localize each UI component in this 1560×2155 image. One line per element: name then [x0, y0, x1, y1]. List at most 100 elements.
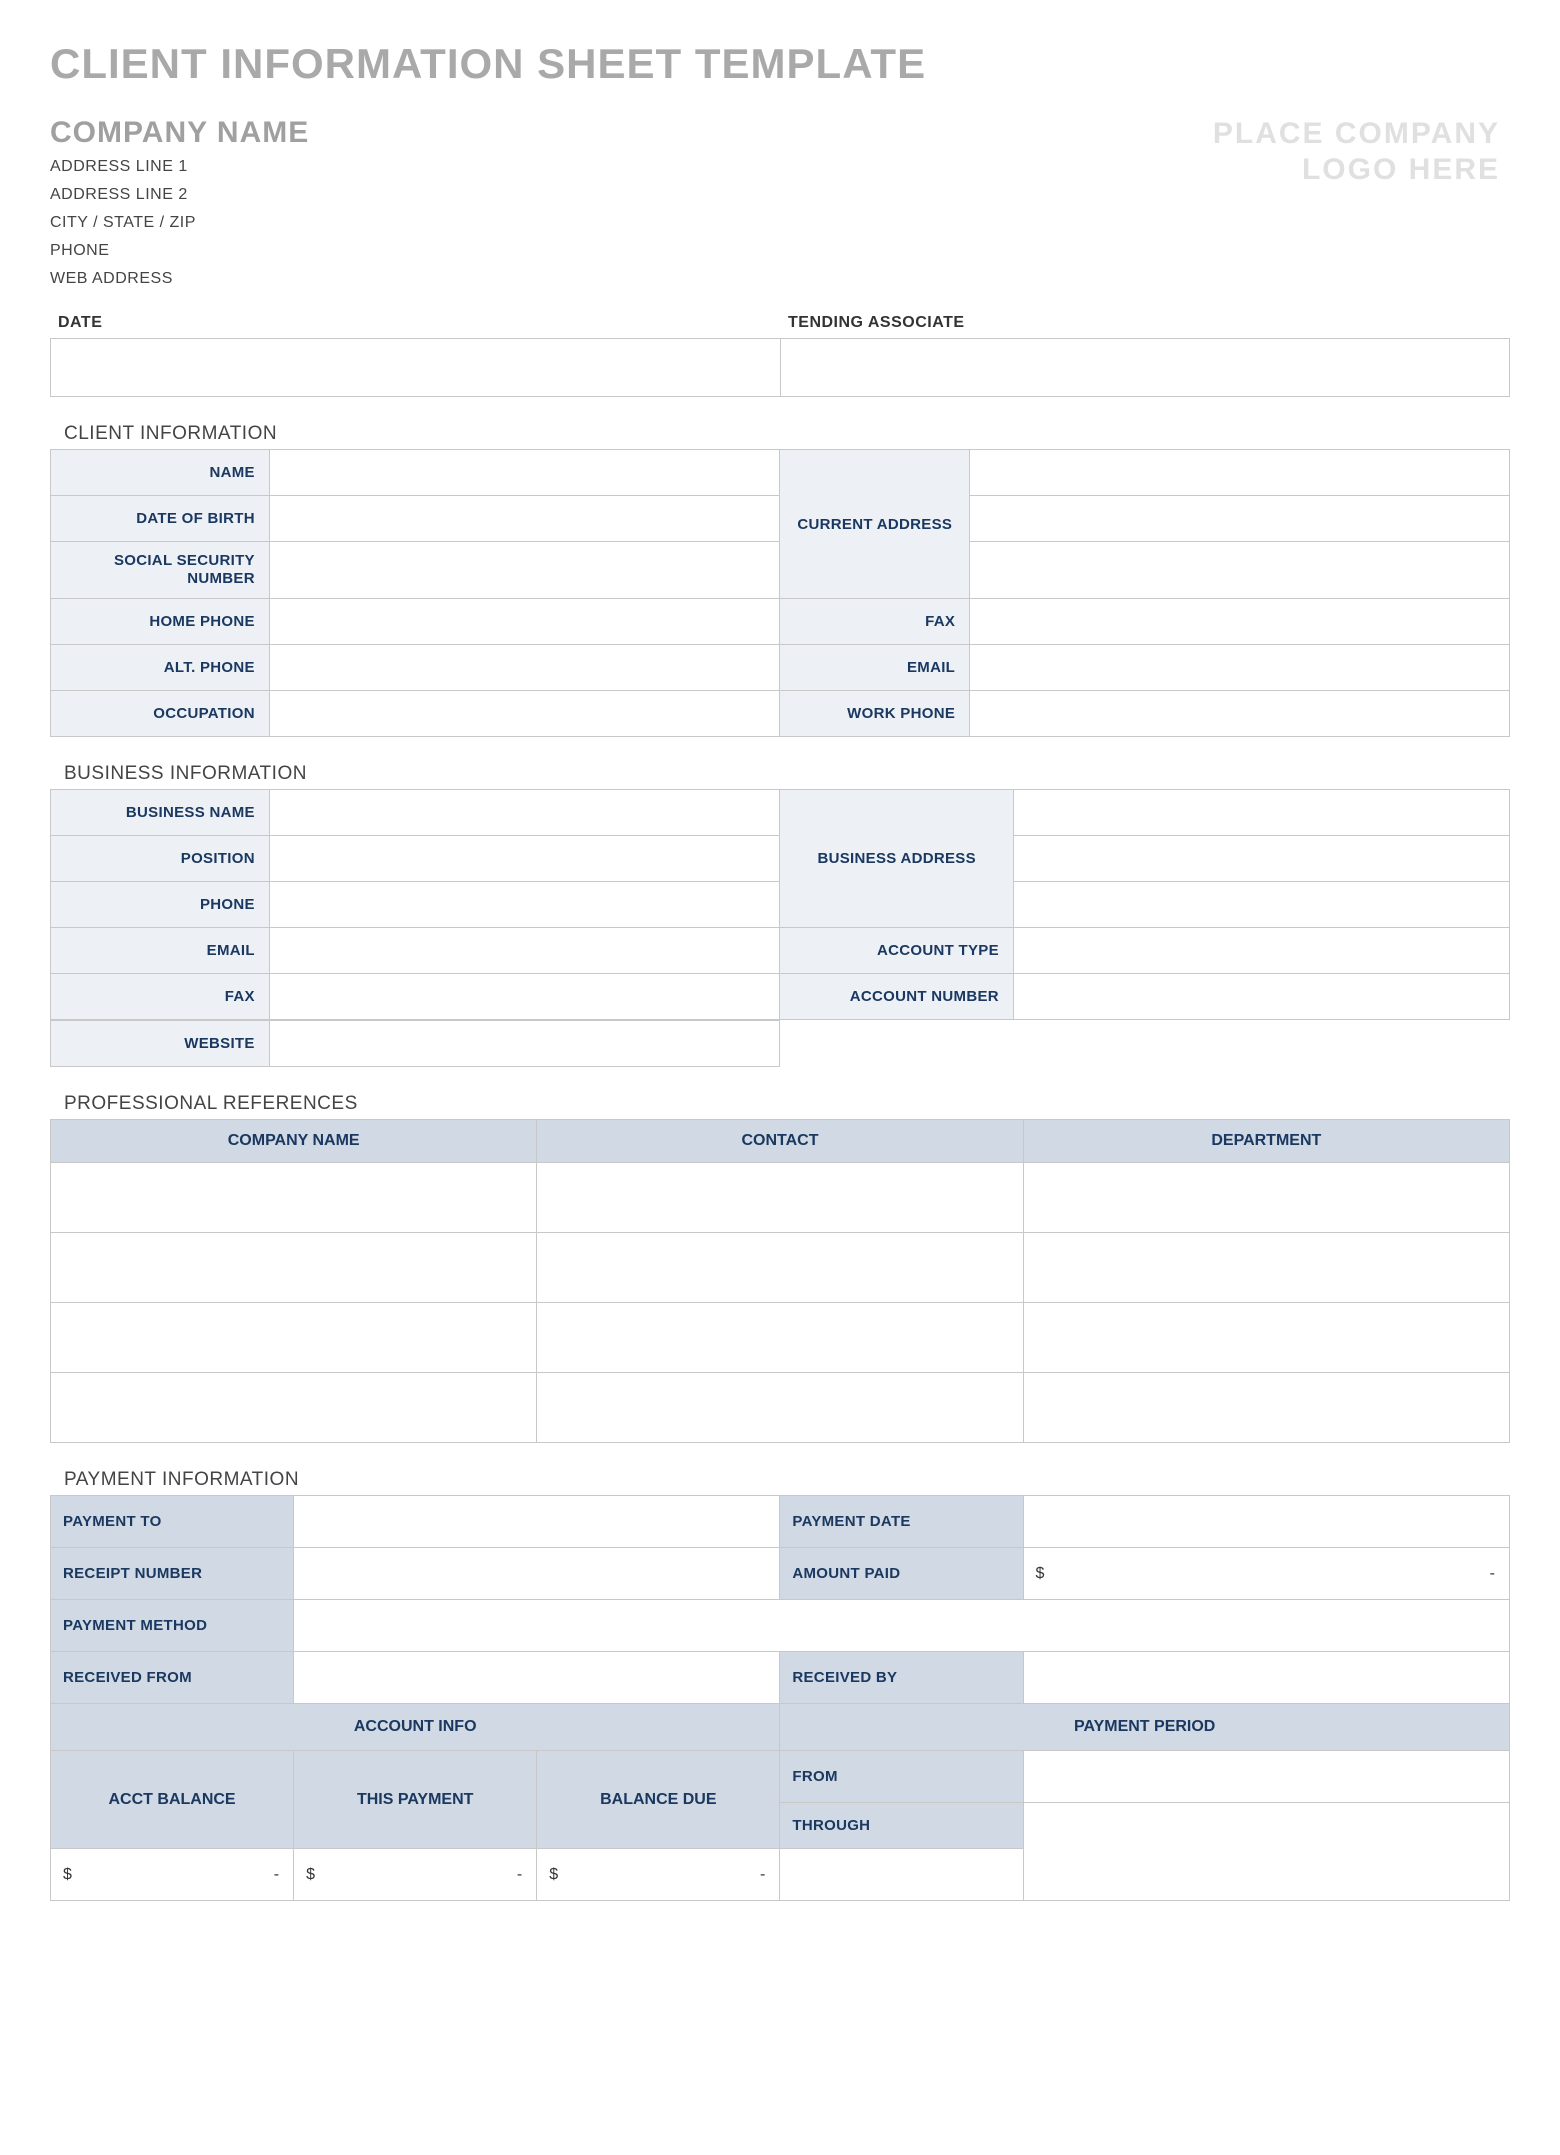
work-phone-label: WORK PHONE [780, 691, 970, 737]
ssn-label: SOCIAL SECURITY NUMBER [51, 542, 270, 599]
city-state-zip: CITY / STATE / ZIP [50, 214, 1213, 232]
receipt-number-input[interactable] [294, 1548, 780, 1600]
references-section-label: PROFESSIONAL REFERENCES [64, 1093, 1510, 1115]
payment-to-input[interactable] [294, 1496, 780, 1548]
ref-department-header: DEPARTMENT [1023, 1120, 1509, 1163]
ref-company-2[interactable] [51, 1233, 537, 1303]
business-address-label: BUSINESS ADDRESS [780, 790, 1013, 928]
business-info-section-label: BUSINESS INFORMATION [64, 763, 1510, 785]
payment-info-table: PAYMENT TO PAYMENT DATE RECEIPT NUMBER A… [50, 1495, 1510, 1901]
ref-department-3[interactable] [1023, 1303, 1509, 1373]
account-type-input[interactable] [1013, 928, 1509, 974]
payment-info-section-label: PAYMENT INFORMATION [64, 1469, 1510, 1491]
this-payment-label: THIS PAYMENT [294, 1751, 537, 1849]
payment-date-input[interactable] [1023, 1496, 1510, 1548]
account-number-input[interactable] [1013, 974, 1509, 1020]
email-input[interactable] [970, 645, 1510, 691]
home-phone-input[interactable] [269, 599, 780, 645]
balance-due-input[interactable]: $- [537, 1849, 780, 1901]
position-label: POSITION [51, 836, 270, 882]
date-input[interactable] [51, 339, 781, 397]
name-input[interactable] [269, 450, 780, 496]
payment-to-label: PAYMENT TO [51, 1496, 294, 1548]
dob-label: DATE OF BIRTH [51, 496, 270, 542]
ref-company-1[interactable] [51, 1163, 537, 1233]
fax-input[interactable] [970, 599, 1510, 645]
current-address-input-1[interactable] [970, 450, 1510, 496]
company-phone: PHONE [50, 242, 1213, 260]
business-fax-input[interactable] [269, 974, 780, 1020]
tending-associate-input[interactable] [780, 339, 1510, 397]
address-line-1: ADDRESS LINE 1 [50, 158, 1213, 176]
current-address-input-2[interactable] [970, 496, 1510, 542]
payment-period-header: PAYMENT PERIOD [780, 1704, 1510, 1751]
ref-company-header: COMPANY NAME [51, 1120, 537, 1163]
from-input[interactable] [1023, 1751, 1510, 1803]
alt-phone-input[interactable] [269, 645, 780, 691]
current-address-input-3[interactable] [970, 542, 1510, 599]
business-email-input[interactable] [269, 928, 780, 974]
received-from-input[interactable] [294, 1652, 780, 1704]
this-payment-input[interactable]: $- [294, 1849, 537, 1901]
business-phone-input[interactable] [269, 882, 780, 928]
received-by-label: RECEIVED BY [780, 1652, 1023, 1704]
current-address-label: CURRENT ADDRESS [780, 450, 970, 599]
logo-text-2: LOGO HERE [1213, 152, 1500, 188]
ref-contact-2[interactable] [537, 1233, 1023, 1303]
ref-contact-header: CONTACT [537, 1120, 1023, 1163]
logo-text-1: PLACE COMPANY [1213, 116, 1500, 152]
name-label: NAME [51, 450, 270, 496]
client-info-section-label: CLIENT INFORMATION [64, 423, 1510, 445]
amount-paid-input[interactable]: $- [1023, 1548, 1510, 1600]
ref-contact-3[interactable] [537, 1303, 1023, 1373]
website-label: WEBSITE [51, 1021, 270, 1067]
home-phone-label: HOME PHONE [51, 599, 270, 645]
client-info-table: NAME CURRENT ADDRESS DATE OF BIRTH SOCIA… [50, 449, 1510, 737]
ref-company-3[interactable] [51, 1303, 537, 1373]
payment-method-input[interactable] [294, 1600, 1510, 1652]
receipt-number-label: RECEIPT NUMBER [51, 1548, 294, 1600]
ssn-input[interactable] [269, 542, 780, 599]
date-label: DATE [50, 308, 780, 338]
received-by-input[interactable] [1023, 1652, 1510, 1704]
logo-placeholder: PLACE COMPANY LOGO HERE [1213, 116, 1510, 188]
website-input[interactable] [269, 1021, 779, 1067]
business-website-table: WEBSITE [50, 1020, 780, 1067]
ref-contact-1[interactable] [537, 1163, 1023, 1233]
ref-department-1[interactable] [1023, 1163, 1509, 1233]
business-fax-label: FAX [51, 974, 270, 1020]
business-address-input-1[interactable] [1013, 790, 1509, 836]
ref-department-4[interactable] [1023, 1373, 1509, 1443]
company-name: COMPANY NAME [50, 116, 1213, 150]
company-header: COMPANY NAME ADDRESS LINE 1 ADDRESS LINE… [50, 116, 1510, 298]
references-table: COMPANY NAME CONTACT DEPARTMENT [50, 1119, 1510, 1443]
ref-department-2[interactable] [1023, 1233, 1509, 1303]
business-name-input[interactable] [269, 790, 780, 836]
business-info-table: BUSINESS NAME BUSINESS ADDRESS POSITION … [50, 789, 1510, 1020]
received-from-label: RECEIVED FROM [51, 1652, 294, 1704]
position-input[interactable] [269, 836, 780, 882]
account-number-label: ACCOUNT NUMBER [780, 974, 1013, 1020]
work-phone-input[interactable] [970, 691, 1510, 737]
acct-balance-input[interactable]: $- [51, 1849, 294, 1901]
page-title: CLIENT INFORMATION SHEET TEMPLATE [50, 40, 1510, 88]
through-label: THROUGH [780, 1803, 1023, 1849]
address-line-2: ADDRESS LINE 2 [50, 186, 1213, 204]
ref-contact-4[interactable] [537, 1373, 1023, 1443]
from-label: FROM [780, 1751, 1023, 1803]
payment-date-label: PAYMENT DATE [780, 1496, 1023, 1548]
acct-balance-label: ACCT BALANCE [51, 1751, 294, 1849]
dob-input[interactable] [269, 496, 780, 542]
alt-phone-label: ALT. PHONE [51, 645, 270, 691]
business-address-input-2[interactable] [1013, 836, 1509, 882]
email-label: EMAIL [780, 645, 970, 691]
occupation-input[interactable] [269, 691, 780, 737]
business-address-input-3[interactable] [1013, 882, 1509, 928]
fax-label: FAX [780, 599, 970, 645]
ref-company-4[interactable] [51, 1373, 537, 1443]
date-associate-input-table [50, 338, 1510, 397]
through-label-spacer [780, 1849, 1023, 1901]
company-web: WEB ADDRESS [50, 270, 1213, 288]
occupation-label: OCCUPATION [51, 691, 270, 737]
through-input[interactable] [1023, 1803, 1510, 1901]
